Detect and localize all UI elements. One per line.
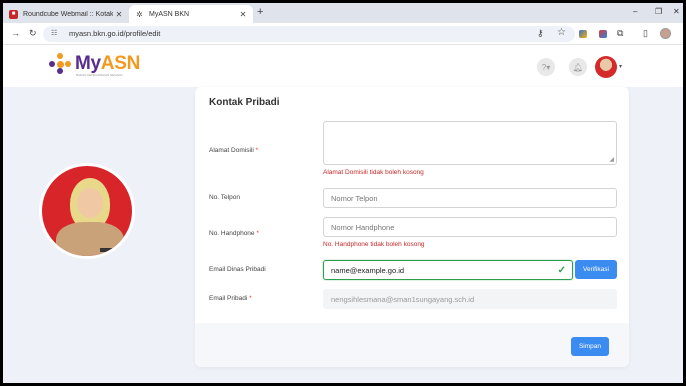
myasn-logo[interactable]: MyASN BADAN KEPEGAWAIAN NEGARA bbox=[49, 53, 141, 77]
contact-form-card: Kontak Pribadi Alamat Domisili * ◢ Alama… bbox=[195, 87, 629, 367]
resize-handle-icon[interactable]: ◢ bbox=[609, 156, 614, 163]
alamat-domisili-label: Alamat Domisili * bbox=[209, 147, 259, 154]
new-tab-button[interactable]: + bbox=[257, 6, 263, 18]
no-handphone-input[interactable]: Nomor Handphone bbox=[323, 217, 617, 237]
no-telpon-input[interactable]: Nomor Telpon bbox=[323, 188, 617, 208]
profile-photo bbox=[39, 163, 135, 259]
myasn-favicon-icon: ✲ bbox=[136, 9, 143, 19]
tab-myasn[interactable]: ✲ MyASN BKN ✕ bbox=[129, 5, 253, 23]
url-text: myasn.bkn.go.id/profile/edit bbox=[69, 29, 161, 38]
extension-icon[interactable] bbox=[599, 30, 607, 38]
email-dinas-input[interactable]: name@example.go.id ✓ bbox=[323, 260, 573, 280]
roundcube-favicon-icon: ■ bbox=[9, 9, 18, 19]
browser-window: ■ Roundcube Webmail :: Kotak M ✕ ✲ MyASN… bbox=[3, 3, 683, 383]
form-title: Kontak Pribadi bbox=[209, 97, 280, 108]
tab-roundcube[interactable]: ■ Roundcube Webmail :: Kotak M ✕ bbox=[3, 5, 129, 23]
back-button[interactable]: → bbox=[11, 28, 20, 38]
close-window-button[interactable]: ✕ bbox=[673, 7, 680, 16]
restore-button[interactable]: ❐ bbox=[655, 7, 662, 16]
email-dinas-value: name@example.go.id bbox=[331, 265, 405, 275]
verifikasi-button[interactable]: Verifikasi bbox=[575, 260, 617, 279]
tab-title: Roundcube Webmail :: Kotak M bbox=[23, 10, 113, 18]
myasn-logo-mark-icon bbox=[49, 53, 73, 75]
address-bar[interactable]: ☷ myasn.bkn.go.id/profile/edit ⚷ ☆ bbox=[43, 26, 575, 42]
minimize-button[interactable]: – bbox=[633, 7, 637, 16]
page-body: Kontak Pribadi Alamat Domisili * ◢ Alama… bbox=[3, 87, 683, 383]
chevron-down-icon[interactable]: ▾ bbox=[619, 63, 622, 70]
no-handphone-placeholder: Nomor Handphone bbox=[331, 222, 395, 232]
extensions-puzzle-icon[interactable]: ⧉ bbox=[617, 28, 623, 39]
close-tab-icon[interactable]: ✕ bbox=[113, 10, 125, 19]
no-handphone-label: No. Handphone * bbox=[209, 230, 259, 237]
email-pribadi-input: nengsihlesmana@sman1sungayang.sch.id bbox=[323, 289, 617, 309]
simpan-button[interactable]: Simpan bbox=[571, 337, 609, 356]
no-handphone-error: No. Handphone tidak boleh kosong bbox=[323, 241, 425, 248]
site-settings-icon[interactable]: ☷ bbox=[51, 29, 57, 37]
no-telpon-placeholder: Nomor Telpon bbox=[331, 193, 378, 203]
no-telpon-label: No. Telpon bbox=[209, 194, 240, 201]
bookmark-star-icon[interactable]: ☆ bbox=[557, 27, 566, 38]
email-pribadi-label: Email Pribadi * bbox=[209, 295, 252, 302]
form-footer: Simpan bbox=[195, 323, 629, 367]
valid-check-icon: ✓ bbox=[557, 265, 566, 276]
app-header: MyASN BADAN KEPEGAWAIAN NEGARA ?▾ 🔔︎ ▾ bbox=[3, 45, 683, 87]
tab-title: MyASN BKN bbox=[149, 10, 190, 18]
browser-profile-avatar[interactable] bbox=[660, 28, 671, 39]
tab-strip: ■ Roundcube Webmail :: Kotak M ✕ ✲ MyASN… bbox=[3, 3, 683, 23]
email-pribadi-value: nengsihlesmana@sman1sungayang.sch.id bbox=[331, 294, 475, 304]
notification-bell-icon[interactable]: 🔔︎ bbox=[569, 58, 587, 76]
user-avatar[interactable] bbox=[595, 56, 617, 78]
alamat-domisili-textarea[interactable]: ◢ bbox=[323, 121, 617, 165]
reload-button[interactable]: ↻ bbox=[29, 28, 37, 39]
help-icon[interactable]: ?▾ bbox=[537, 58, 555, 76]
side-panel-icon[interactable]: ▯ bbox=[643, 28, 648, 39]
brand-name: MyASN bbox=[75, 53, 141, 74]
email-dinas-label: Email Dinas Pribadi bbox=[209, 266, 266, 273]
brand-tagline: BADAN KEPEGAWAIAN NEGARA bbox=[76, 73, 123, 77]
password-key-icon[interactable]: ⚷ bbox=[537, 28, 544, 39]
extension-icon[interactable] bbox=[579, 30, 587, 38]
browser-toolbar: → ↻ ☷ myasn.bkn.go.id/profile/edit ⚷ ☆ ⧉… bbox=[3, 23, 683, 45]
alamat-domisili-error: Alamat Domisili tidak boleh kosong bbox=[323, 169, 424, 176]
close-tab-icon[interactable]: ✕ bbox=[237, 10, 249, 19]
